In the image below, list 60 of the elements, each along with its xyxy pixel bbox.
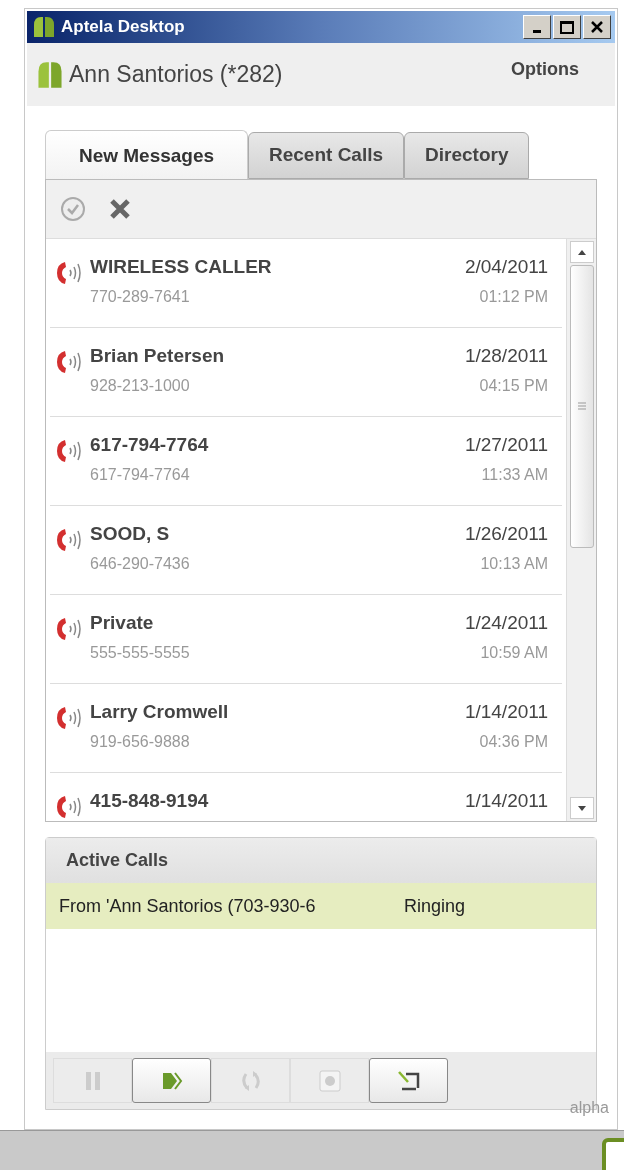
call-from: From 'Ann Santorios (703-930-6 — [59, 894, 317, 918]
maximize-icon — [560, 20, 574, 34]
caller-name: Larry Cromwell — [90, 700, 229, 724]
phone-ringing-icon — [56, 260, 84, 286]
user-name: Ann Santorios (*282) — [69, 60, 283, 90]
scroll-thumb[interactable] — [569, 265, 594, 548]
close-icon — [590, 21, 604, 33]
active-call-row[interactable]: From 'Ann Santorios (703-930-6 Ringing — [46, 883, 596, 929]
message-time: 10:59 AM — [480, 643, 548, 663]
tab[interactable]: Directory — [404, 132, 530, 179]
scroll-up-icon[interactable] — [569, 241, 594, 263]
maximize-button[interactable] — [553, 15, 581, 39]
phone-number: 770-289-7641 — [90, 287, 191, 307]
message-date: 1/24/2011 — [464, 611, 548, 635]
tab[interactable]: Recent Calls — [248, 132, 405, 179]
message-date: 2/04/2011 — [464, 255, 548, 279]
note-button[interactable] — [369, 1058, 448, 1103]
close-button[interactable] — [583, 15, 611, 39]
check-icon[interactable] — [60, 196, 86, 222]
minimize-button[interactable] — [523, 15, 551, 39]
scroll-down-icon[interactable] — [569, 797, 594, 819]
phone-ringing-icon — [56, 438, 84, 464]
phone-number: 617-794-7764 — [90, 465, 191, 485]
window-title: Aptela Desktop — [61, 16, 185, 39]
options-link[interactable]: Options — [511, 56, 579, 83]
message-time: 04:15 PM — [479, 376, 548, 396]
phone-ringing-icon — [56, 705, 84, 731]
message-date: 1/27/2011 — [464, 433, 548, 457]
scrollbar[interactable] — [566, 239, 596, 821]
record-icon — [316, 1067, 343, 1094]
message-date: 1/26/2011 — [464, 522, 548, 546]
caller-name: WIRELESS CALLER — [90, 255, 272, 279]
version-label: alpha — [569, 1098, 609, 1118]
caller-name: Brian Petersen — [90, 344, 225, 368]
message-time: 01:12 PM — [479, 287, 548, 307]
phone-number: 928-213-1000 — [90, 376, 191, 396]
phone-number: 919-656-9888 — [90, 732, 191, 752]
message-date: 1/28/2011 — [464, 344, 548, 368]
delete-icon[interactable] — [108, 197, 132, 221]
caller-name: 617-794-7764 — [90, 433, 209, 457]
message-time: 11:33 AM — [481, 465, 548, 485]
message-date: 1/14/2011 — [464, 700, 548, 724]
caller-name: SOOD, S — [90, 522, 171, 546]
message-time: 10:13 AM — [480, 554, 548, 574]
phone-ringing-icon — [56, 527, 84, 553]
phone-number: 555-555-5555 — [90, 643, 190, 663]
panel-title: Active Calls — [66, 849, 169, 872]
message-time: 04:36 PM — [479, 732, 548, 752]
phone-ringing-icon — [56, 794, 84, 820]
tab[interactable]: New Messages — [45, 130, 248, 181]
logo-icon — [31, 15, 57, 39]
caller-name: Private — [90, 611, 155, 635]
answer-button[interactable] — [132, 1058, 211, 1103]
caller-name: 415-848-9194 — [90, 789, 209, 813]
call-status: Ringing — [404, 894, 466, 918]
message-date: 1/14/2011 — [464, 789, 548, 813]
minimize-icon — [533, 30, 541, 33]
phone-ringing-icon — [56, 349, 84, 375]
phone-number: 646-290-7436 — [90, 554, 190, 574]
phone-ringing-icon — [56, 616, 84, 642]
